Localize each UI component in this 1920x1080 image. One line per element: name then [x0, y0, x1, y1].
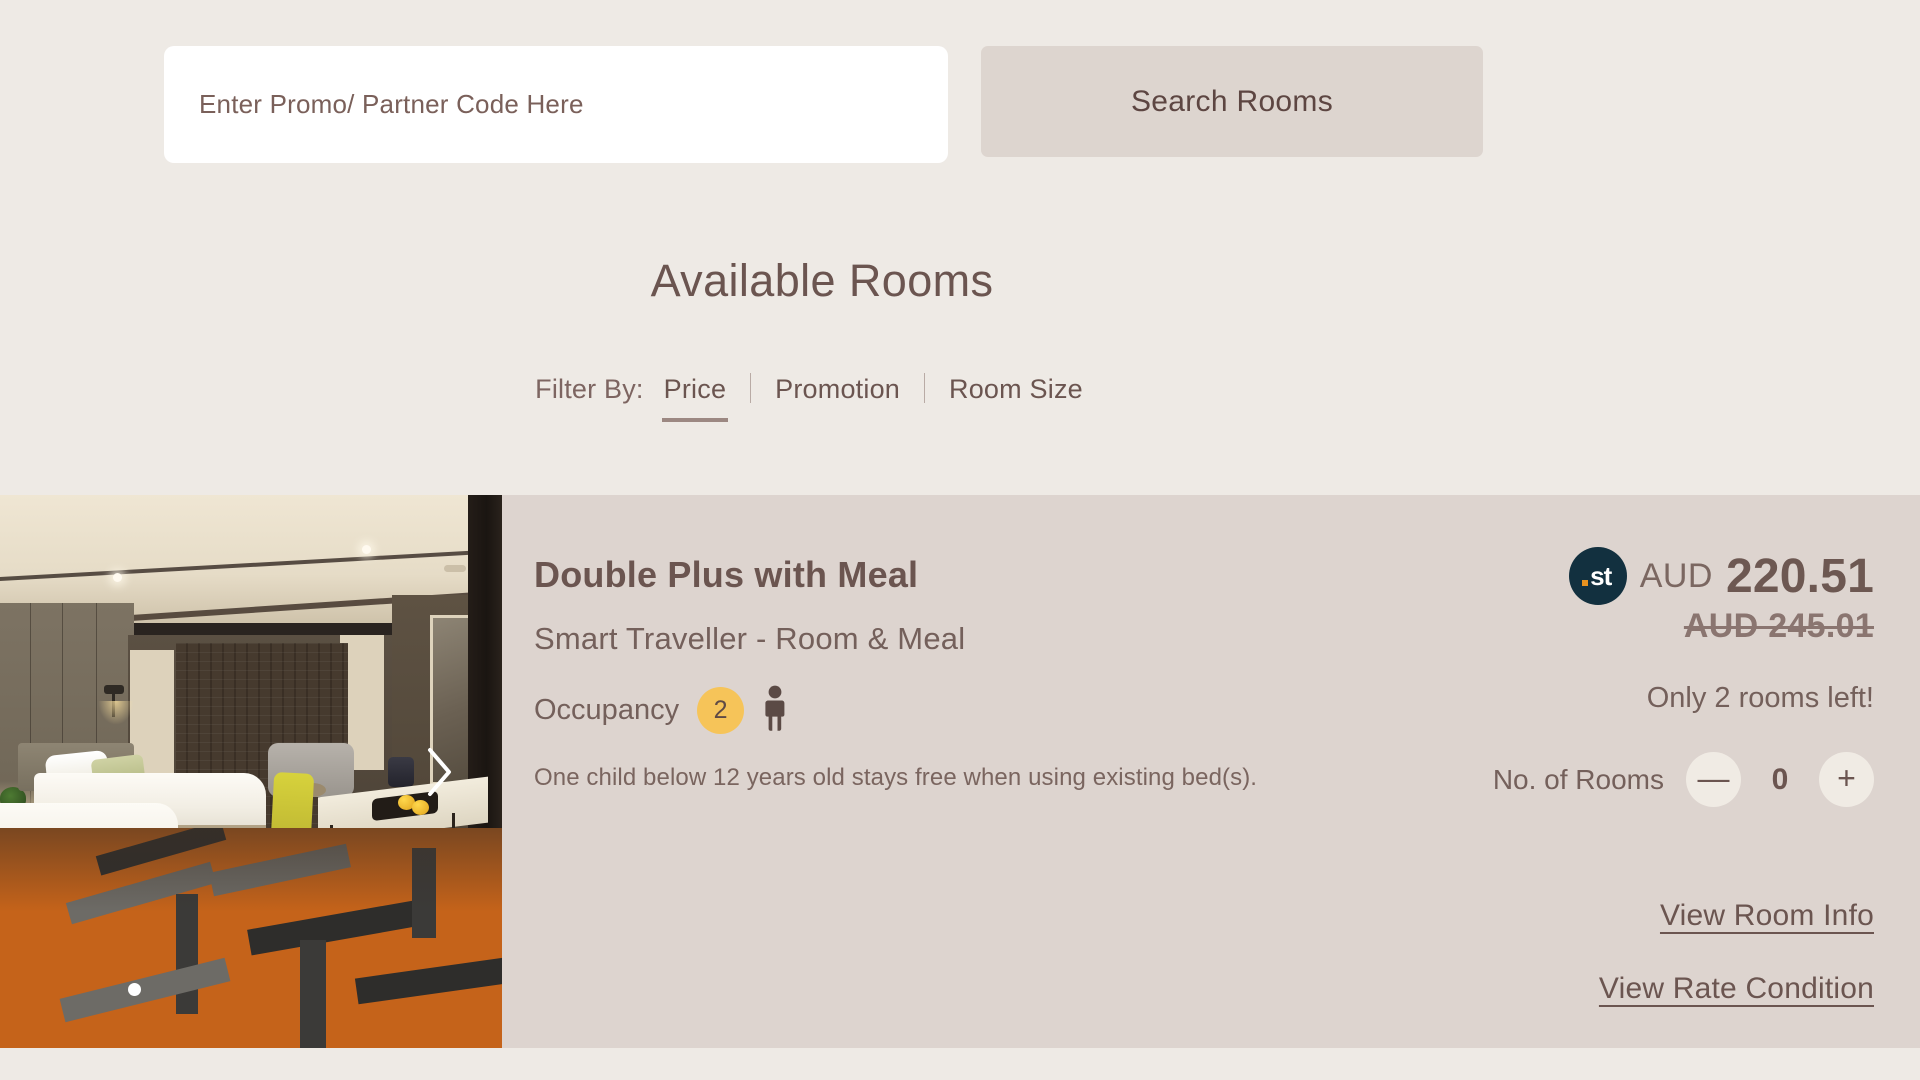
price-amount: 220.51: [1725, 549, 1874, 603]
child-policy-note: One child below 12 years old stays free …: [534, 763, 1258, 791]
original-price: AUD 245.01: [1683, 607, 1874, 645]
room-card-links: View Room Info View Rate Condition: [1599, 899, 1874, 1006]
price-column: st AUD 220.51 AUD 245.01 Only 2 rooms le…: [1314, 547, 1874, 807]
search-rooms-button[interactable]: Search Rooms: [981, 46, 1483, 157]
room-details: Double Plus with Meal Smart Traveller - …: [534, 555, 1374, 792]
rooms-left-status: Only 2 rooms left!: [1646, 682, 1874, 714]
filter-item-promotion[interactable]: Promotion: [773, 374, 902, 405]
rooms-stepper-label: No. of Rooms: [1492, 763, 1664, 795]
filter-item-room-size[interactable]: Room Size: [947, 374, 1085, 405]
rate-plan-name: Smart Traveller - Room & Meal: [534, 620, 966, 656]
increment-rooms-button[interactable]: +: [1819, 752, 1874, 807]
decrement-rooms-button[interactable]: —: [1686, 752, 1741, 807]
filter-divider: [924, 373, 926, 403]
filter-bar: Filter By: Price Promotion Room Size: [0, 368, 1620, 422]
promo-code-input[interactable]: [164, 46, 948, 163]
carousel-dot-1[interactable]: [128, 983, 141, 996]
search-bar: Search Rooms: [164, 46, 1483, 163]
filter-divider: [750, 373, 752, 403]
room-card-body: Double Plus with Meal Smart Traveller - …: [502, 495, 1920, 1048]
filter-by-label: Filter By:: [535, 374, 644, 404]
occupancy-count-badge: 2: [697, 686, 745, 734]
view-room-info-link[interactable]: View Room Info: [1599, 899, 1874, 933]
smart-traveller-badge-icon: st: [1568, 547, 1627, 605]
occupancy-label: Occupancy: [534, 693, 680, 726]
room-card: Double Plus with Meal Smart Traveller - …: [0, 495, 1920, 1048]
minus-icon: —: [1697, 759, 1730, 796]
filter-item-price[interactable]: Price: [661, 374, 729, 422]
available-rooms-page: Search Rooms Available Rooms Filter By: …: [0, 0, 1920, 1080]
page-title: Available Rooms: [650, 255, 994, 306]
badge-dot-icon: [1581, 580, 1588, 586]
plus-icon: +: [1837, 759, 1856, 796]
price-row: st AUD 220.51: [1314, 547, 1874, 605]
person-icon: [762, 685, 788, 736]
price-currency: AUD: [1639, 556, 1713, 595]
rooms-quantity-stepper: No. of Rooms — 0 +: [1314, 752, 1874, 807]
carousel-next-icon[interactable]: [422, 743, 458, 801]
room-image-carousel[interactable]: [0, 495, 502, 1048]
carousel-dots: [128, 983, 141, 996]
rooms-quantity-value: 0: [1771, 762, 1789, 796]
room-name: Double Plus with Meal: [534, 554, 919, 595]
occupancy-row: Occupancy 2: [534, 685, 1374, 736]
view-rate-condition-link[interactable]: View Rate Condition: [1599, 972, 1874, 1006]
